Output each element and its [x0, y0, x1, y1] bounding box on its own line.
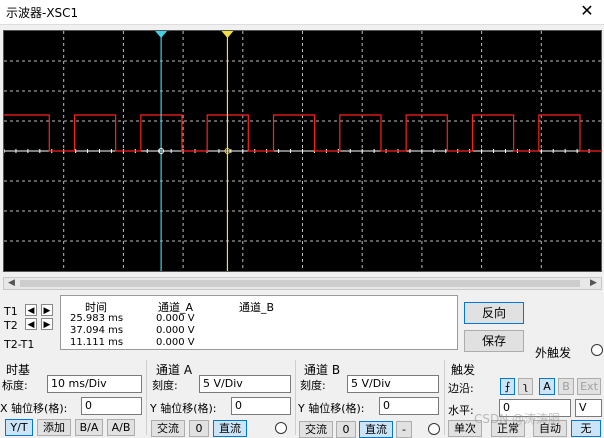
horizontal-scrollbar[interactable]: ◀ ▶: [3, 277, 602, 290]
readout-header-channel-b: 通道_B: [239, 301, 275, 314]
trigger-title: 触发: [451, 363, 476, 377]
mode-yt-button[interactable]: Y/T: [5, 419, 33, 436]
group-divider-2: [295, 360, 296, 435]
readout-row1-channel-a: 0.000 V: [156, 313, 195, 324]
window-title: 示波器-XSC1: [6, 6, 79, 20]
cursor-t2-label: T2: [4, 319, 18, 332]
readout-row2-channel-a: 0.000 V: [156, 325, 195, 336]
trigger-falling-edge-icon[interactable]: ʅ: [518, 378, 533, 395]
channel-b-ypos-field[interactable]: 0: [379, 397, 439, 415]
channel-a-scale-field[interactable]: 5 V/Div: [199, 375, 291, 393]
readout-row3-channel-a: 0.000 V: [156, 337, 195, 348]
cursor-t1-right-arrow-icon[interactable]: ▶: [41, 304, 53, 316]
scope-screen: [4, 31, 601, 271]
channel-b-title: 通道 B: [304, 363, 341, 377]
channel-a-ypos-field[interactable]: 0: [231, 397, 291, 415]
readout-row3-time: 11.111 ms: [70, 337, 124, 348]
trigger-none-button[interactable]: 无: [571, 420, 601, 437]
channel-b-zero-button[interactable]: 0: [336, 421, 356, 438]
cursor-t2-left-arrow-icon[interactable]: ◀: [25, 318, 37, 330]
scroll-right-icon[interactable]: ▶: [587, 278, 600, 289]
mode-add-button[interactable]: 添加: [37, 419, 71, 436]
trigger-level-label: 水平:: [448, 404, 474, 417]
cursor-readout-table: 时间 通道_A 通道_B 25.983 ms 0.000 V 37.094 ms…: [60, 295, 458, 350]
reverse-button[interactable]: 反向: [464, 302, 524, 324]
title-bar: 示波器-XSC1 ✕: [0, 0, 604, 25]
channel-a-title: 通道 A: [156, 363, 193, 377]
channel-a-dc-button[interactable]: 直流: [213, 420, 247, 437]
cursor-t1-left-arrow-icon[interactable]: ◀: [25, 304, 37, 316]
scrollbar-thumb[interactable]: [20, 280, 580, 287]
group-divider-3: [444, 360, 445, 435]
channel-b-minus-button[interactable]: -: [396, 421, 412, 438]
trigger-edge-label: 边沿:: [448, 382, 474, 395]
cursor-t2t1-label: T2-T1: [4, 338, 35, 351]
ext-trigger-label: 外触发: [535, 346, 572, 360]
mode-ab-button[interactable]: A/B: [107, 419, 135, 436]
channel-b-dc-button[interactable]: 直流: [359, 421, 393, 438]
timebase-title: 时基: [6, 363, 31, 377]
channel-a-radio[interactable]: [275, 422, 287, 434]
cursor-t2-marker: [221, 31, 234, 38]
channel-a-zero-button[interactable]: 0: [189, 420, 209, 437]
timebase-xpos-field[interactable]: 0: [81, 397, 142, 415]
watermark: CSDN @涛涛胴: [474, 412, 561, 426]
channel-b-scale-label: 刻度:: [300, 379, 326, 392]
trigger-source-ext-button[interactable]: Ext: [577, 378, 601, 395]
channel-b-radio[interactable]: [428, 423, 440, 435]
channel-a-scale-label: 刻度:: [152, 379, 178, 392]
trigger-rising-edge-icon[interactable]: ⨍: [500, 378, 515, 395]
channel-a-ypos-label: Y 轴位移(格):: [150, 402, 217, 415]
readout-row2-time: 37.094 ms: [70, 325, 124, 336]
trigger-level-unit[interactable]: V: [575, 399, 602, 417]
channel-b-ac-button[interactable]: 交流: [299, 421, 333, 438]
close-icon[interactable]: ✕: [578, 2, 596, 20]
ext-trigger-radio[interactable]: [591, 344, 603, 356]
channel-a-ac-button[interactable]: 交流: [151, 420, 185, 437]
timebase-scale-label: 标度:: [2, 379, 28, 392]
channel-b-scale-field[interactable]: 5 V/Div: [347, 375, 439, 393]
cursor-t1-label: T1: [4, 305, 18, 318]
trigger-source-a-button[interactable]: A: [539, 378, 555, 395]
group-divider-1: [146, 360, 147, 435]
scroll-left-icon[interactable]: ◀: [5, 278, 18, 289]
mode-ba-button[interactable]: B/A: [75, 419, 103, 436]
cursor-t2-right-arrow-icon[interactable]: ▶: [41, 318, 53, 330]
timebase-xpos-label: X 轴位移(格):: [0, 402, 68, 415]
trigger-source-b-button[interactable]: B: [558, 378, 574, 395]
timebase-scale-field[interactable]: 10 ms/Div: [47, 375, 142, 393]
save-button[interactable]: 保存: [464, 330, 524, 352]
readout-row1-time: 25.983 ms: [70, 313, 124, 324]
scope-display: [3, 30, 602, 272]
cursor-t1-marker: [155, 31, 168, 38]
channel-b-ypos-label: Y 轴位移(格):: [298, 402, 365, 415]
